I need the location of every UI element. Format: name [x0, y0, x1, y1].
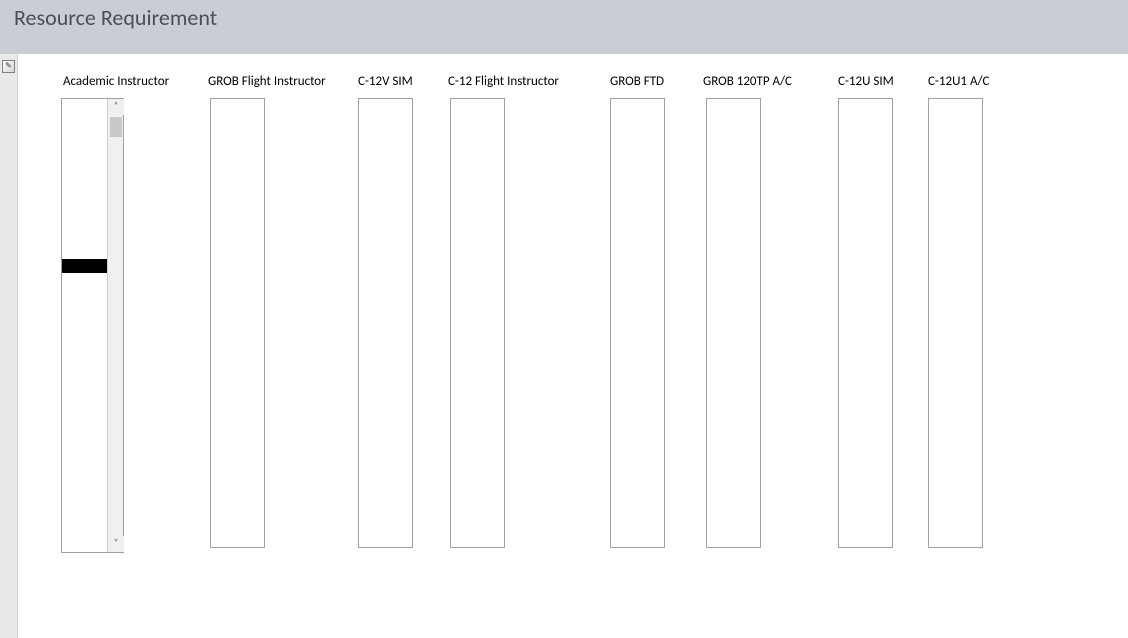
column-label: GROB FTD	[608, 74, 665, 92]
resource-column: GROB FTD	[608, 74, 665, 548]
columns-row: Academic Instructor˄˅GROB Flight Instruc…	[18, 74, 1128, 638]
selected-item[interactable]	[62, 259, 107, 273]
content-area: Academic Instructor˄˅GROB Flight Instruc…	[18, 54, 1128, 638]
column-label: C-12U SIM	[836, 74, 894, 92]
scroll-down-icon[interactable]: ˅	[108, 536, 124, 552]
resource-column: Academic Instructor˄˅	[61, 74, 169, 553]
resource-listbox[interactable]	[706, 98, 761, 548]
scrollbar[interactable]: ˄˅	[107, 99, 123, 552]
resource-listbox[interactable]	[610, 98, 665, 548]
resource-listbox[interactable]	[210, 98, 265, 548]
header-bar: Resource Requirement	[0, 0, 1128, 54]
column-label: GROB Flight Instructor	[206, 74, 326, 92]
resource-column: GROB Flight Instructor	[206, 74, 326, 548]
column-label: GROB 120TP A/C	[701, 74, 792, 92]
resource-listbox[interactable]	[928, 98, 983, 548]
scroll-up-icon[interactable]: ˄	[108, 99, 124, 115]
column-label: C-12U1 A/C	[926, 74, 989, 92]
resource-column: C-12 Flight Instructor	[446, 74, 559, 548]
resource-column: GROB 120TP A/C	[701, 74, 792, 548]
form-design-icon[interactable]: ✎	[2, 60, 15, 73]
page-title: Resource Requirement	[14, 4, 1114, 31]
resource-column: C-12U SIM	[836, 74, 894, 548]
record-selector-rail[interactable]	[0, 54, 18, 638]
column-label: Academic Instructor	[61, 74, 169, 92]
scroll-thumb[interactable]	[110, 117, 122, 137]
resource-listbox[interactable]	[450, 98, 505, 548]
column-label: C-12V SIM	[356, 74, 413, 92]
resource-listbox[interactable]	[838, 98, 893, 548]
resource-listbox[interactable]: ˄˅	[61, 98, 124, 553]
resource-column: C-12U1 A/C	[926, 74, 989, 548]
column-label: C-12 Flight Instructor	[446, 74, 559, 92]
resource-column: C-12V SIM	[356, 74, 413, 548]
resource-listbox[interactable]	[358, 98, 413, 548]
